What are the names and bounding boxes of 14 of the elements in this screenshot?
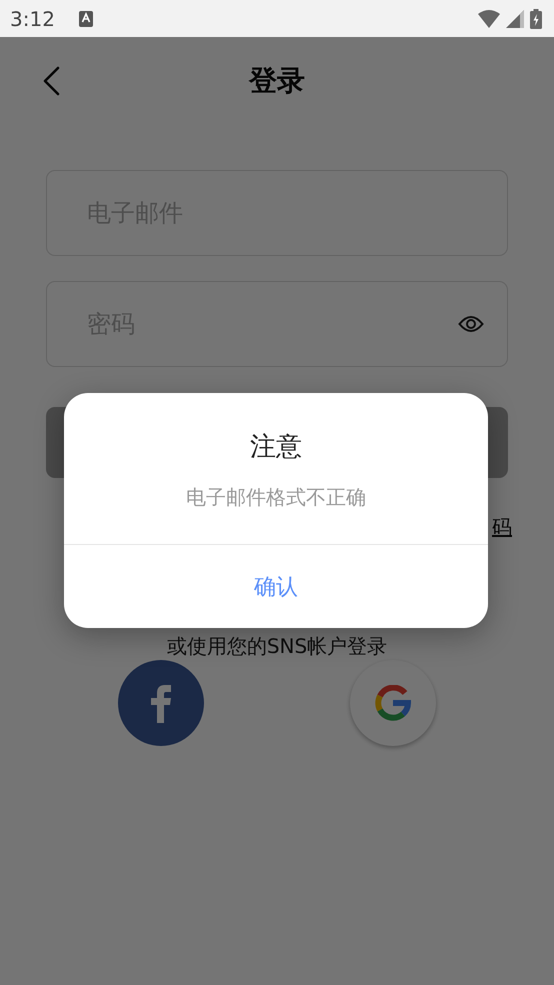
forgot-password-link[interactable]: 码 <box>492 514 512 541</box>
signal-icon <box>506 10 524 28</box>
status-time: 3:12 <box>10 6 55 30</box>
google-logo <box>375 685 411 721</box>
sns-prompt: 或使用您的SNS帐户登录 <box>166 633 388 660</box>
keyboard-notification-icon <box>78 10 93 26</box>
dialog-title: 注意 <box>250 431 302 464</box>
wifi-icon <box>478 10 500 28</box>
eye-icon[interactable] <box>458 315 484 333</box>
dialog-message: 电子邮件格式不正确 <box>186 484 366 511</box>
page-title: 登录 <box>249 63 305 99</box>
facebook-logo <box>149 683 173 723</box>
confirm-button[interactable]: 确认 <box>64 544 488 628</box>
battery-icon <box>530 8 542 28</box>
